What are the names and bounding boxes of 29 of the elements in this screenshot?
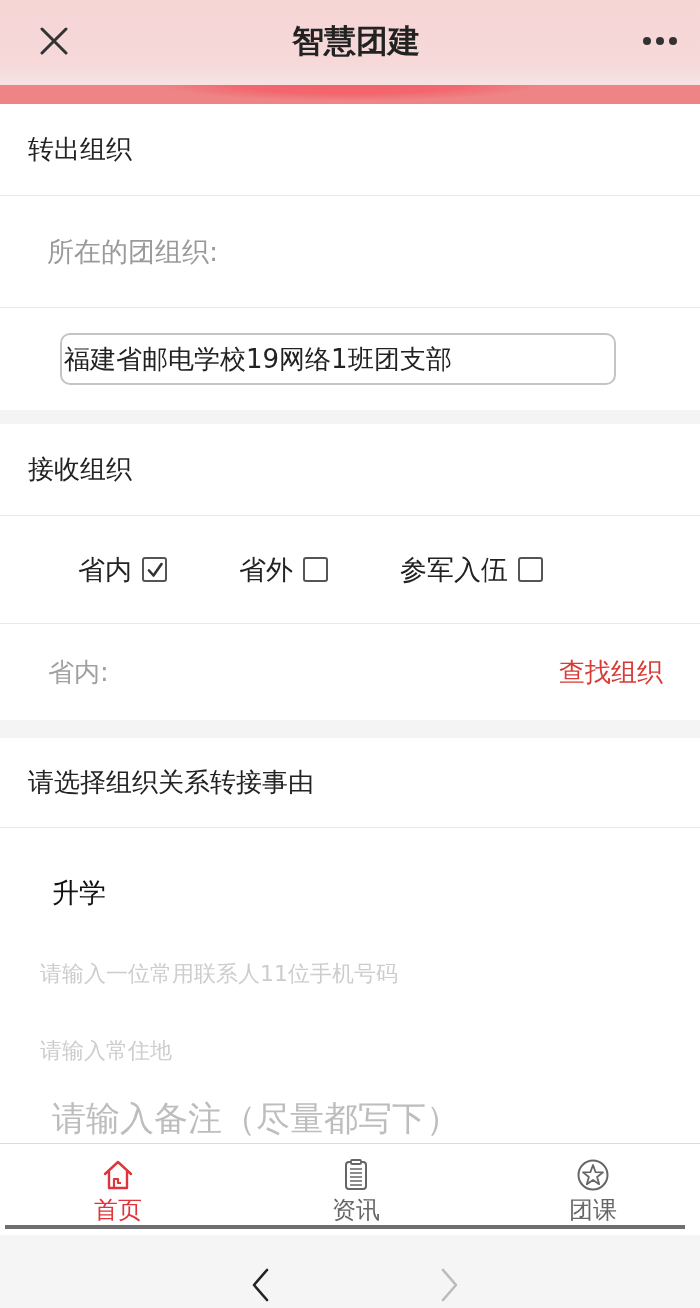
- checkbox[interactable]: [518, 557, 543, 582]
- tab[interactable]: 首页: [94, 1159, 142, 1223]
- star-circle-icon: [577, 1159, 609, 1191]
- more-icon: [643, 36, 677, 45]
- section-heading: 转出组织: [28, 133, 132, 166]
- organization-input-field[interactable]: 福建省邮电学校19网络1班团支部: [60, 333, 616, 385]
- page-title: 智慧团建: [291, 20, 420, 61]
- close-button[interactable]: [40, 26, 68, 55]
- checkbox[interactable]: [303, 557, 328, 582]
- option-label: 省内: [78, 552, 132, 587]
- chevron-right-icon: [441, 1268, 459, 1302]
- section-heading: 请选择组织关系转接事由: [28, 766, 314, 799]
- tab[interactable]: 资讯: [331, 1159, 380, 1223]
- house-icon: [102, 1159, 134, 1191]
- close-icon: [40, 26, 68, 55]
- document-icon: [343, 1159, 368, 1191]
- field-label: 省内:: [48, 655, 109, 689]
- field-label: 所在的团组织:: [47, 234, 219, 269]
- checkbox[interactable]: [142, 557, 167, 582]
- find-organization-link[interactable]: 查找组织: [559, 654, 663, 690]
- chevron-left-icon: [251, 1268, 269, 1302]
- tab[interactable]: 团课: [569, 1159, 617, 1223]
- checkmark-icon: [146, 561, 163, 578]
- section-heading: 接收组织: [28, 453, 132, 486]
- option-label: 参军入伍: [400, 552, 508, 587]
- reason-select[interactable]: 升学: [52, 860, 106, 926]
- more-button[interactable]: [643, 36, 677, 45]
- option-label: 省外: [239, 552, 293, 587]
- textarea-field[interactable]: 请输入备注（尽量都写下）: [52, 1097, 652, 1140]
